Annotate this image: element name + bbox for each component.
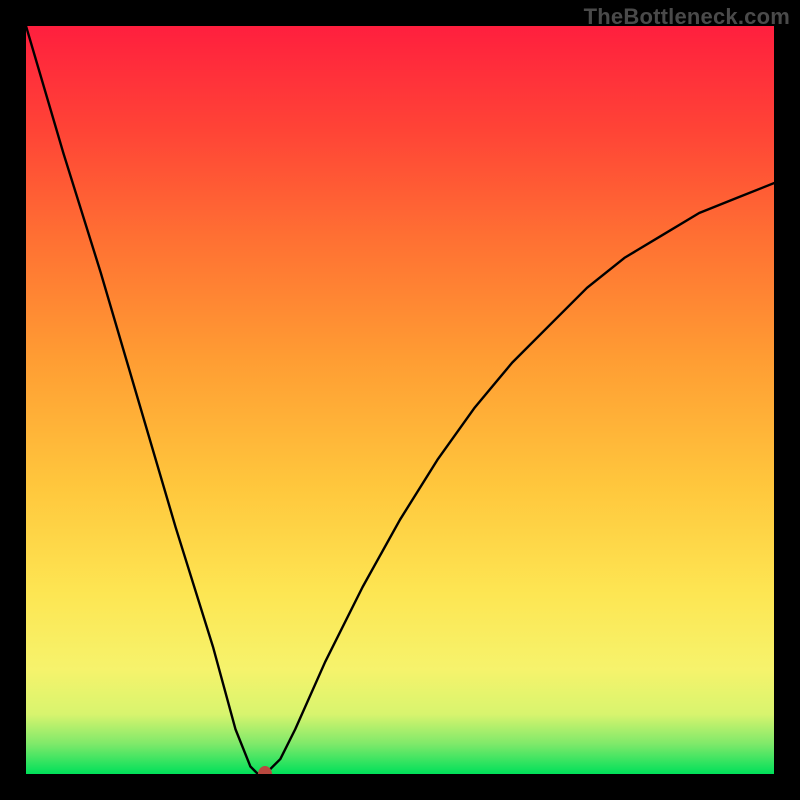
curve-svg (26, 26, 774, 774)
bottleneck-curve (26, 26, 774, 774)
plot-area (26, 26, 774, 774)
chart-frame: TheBottleneck.com (0, 0, 800, 800)
